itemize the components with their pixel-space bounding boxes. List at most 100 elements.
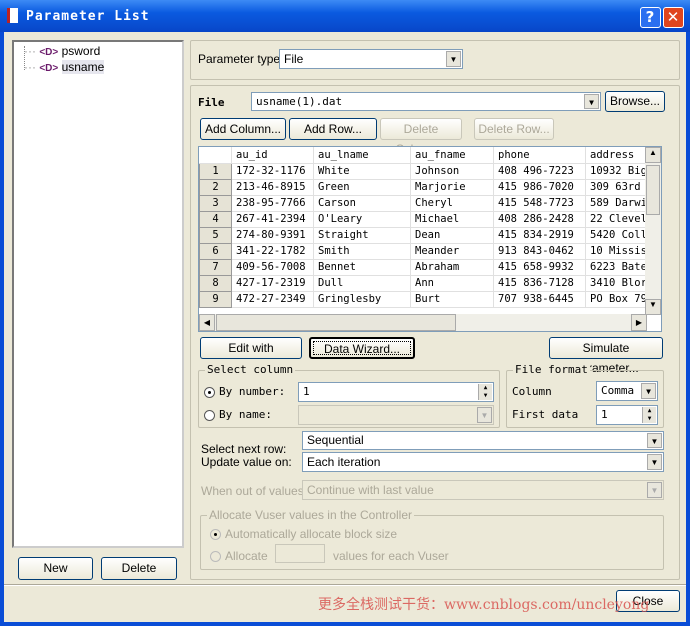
column-header[interactable]: address	[585, 147, 646, 164]
spinner-icon[interactable]: ▲ ▼	[642, 407, 656, 423]
update-value-select[interactable]: Each iteration ▼	[302, 452, 664, 472]
table-row[interactable]: 8 427-17-2319 Dull Ann 415 836-7128 3410 Blor	[199, 274, 646, 292]
chevron-down-icon[interactable]: ▼	[446, 51, 461, 67]
table-cell[interactable]: 309 63rd	[585, 179, 646, 196]
tree-item-usname[interactable]: ··· <D> usname	[24, 60, 105, 74]
row-number[interactable]: 6	[199, 242, 232, 260]
new-button[interactable]: New	[18, 557, 93, 580]
help-button[interactable]: ?	[640, 7, 661, 28]
table-cell[interactable]: 267-41-2394	[231, 211, 314, 228]
simulate-parameter-button[interactable]: Simulate Parameter...	[549, 337, 663, 375]
table-cell[interactable]: 6223 Bate	[585, 259, 646, 276]
table-cell[interactable]: 589 Darwi	[585, 195, 646, 212]
chevron-down-icon[interactable]: ▼	[647, 454, 662, 470]
table-cell[interactable]: 10932 Big	[585, 163, 646, 180]
table-cell[interactable]: Dean	[410, 227, 494, 244]
table-cell[interactable]: Abraham	[410, 259, 494, 276]
column-delimiter-select[interactable]: Comma ▼	[596, 381, 658, 401]
delete-column-button[interactable]: Delete Column...	[380, 118, 462, 156]
close-window-button[interactable]: ✕	[663, 7, 684, 28]
table-row[interactable]: 3 238-95-7766 Carson Cheryl 415 548-7723 589 …	[199, 194, 646, 212]
row-number[interactable]: 1	[199, 162, 232, 180]
column-header[interactable]: phone	[493, 147, 586, 164]
table-cell[interactable]: 10 Missis	[585, 243, 646, 260]
parameter-type-select[interactable]: File ▼	[279, 49, 463, 69]
table-cell[interactable]: Dull	[313, 275, 411, 292]
table-cell[interactable]: 408 496-7223	[493, 163, 586, 180]
table-cell[interactable]: Michael	[410, 211, 494, 228]
table-cell[interactable]: 22 Clevel	[585, 211, 646, 228]
table-cell[interactable]: Burt	[410, 291, 494, 308]
table-cell[interactable]: O'Leary	[313, 211, 411, 228]
table-cell[interactable]: 427-17-2319	[231, 275, 314, 292]
table-row[interactable]: 7 409-56-7008 Bennet Abraham 415 658-9932 622…	[199, 258, 646, 276]
table-cell[interactable]: 472-27-2349	[231, 291, 314, 308]
scroll-up-icon[interactable]: ▲	[645, 147, 661, 163]
table-row[interactable]: 9 472-27-2349 Gringlesby Burt 707 938-6445 PO…	[199, 290, 646, 308]
row-number[interactable]: 4	[199, 210, 232, 228]
table-cell[interactable]: 415 548-7723	[493, 195, 586, 212]
edit-with-notepad-button[interactable]: Edit with Notepad...	[200, 337, 302, 375]
row-number[interactable]: 8	[199, 274, 232, 292]
table-cell[interactable]: Bennet	[313, 259, 411, 276]
table-cell[interactable]: Meander	[410, 243, 494, 260]
chevron-down-icon[interactable]: ▼	[584, 94, 599, 109]
column-number-input[interactable]: 1 ▲ ▼	[298, 382, 494, 402]
add-column-button[interactable]: Add Column...	[200, 118, 286, 140]
data-table[interactable]: au_id au_lname au_fname phone address 11…	[198, 146, 662, 332]
chevron-down-icon[interactable]: ▼	[641, 383, 656, 399]
table-cell[interactable]: Green	[313, 179, 411, 196]
table-cell[interactable]: Ann	[410, 275, 494, 292]
table-cell[interactable]: Cheryl	[410, 195, 494, 212]
row-number[interactable]: 3	[199, 194, 232, 212]
radio-icon[interactable]	[204, 409, 215, 421]
manual-allocate-radio[interactable]: Allocate	[210, 549, 268, 563]
auto-allocate-radio[interactable]: Automatically allocate block size	[210, 527, 397, 541]
tree-item-psword[interactable]: ··· <D> psword	[24, 44, 100, 58]
table-cell[interactable]: Gringlesby	[313, 291, 411, 308]
table-cell[interactable]: Marjorie	[410, 179, 494, 196]
scroll-left-icon[interactable]: ◀	[199, 314, 215, 331]
table-cell[interactable]: 172-32-1176	[231, 163, 314, 180]
scroll-down-icon[interactable]: ▼	[645, 299, 661, 315]
browse-button[interactable]: Browse...	[605, 91, 665, 112]
table-cell[interactable]: 409-56-7008	[231, 259, 314, 276]
row-number[interactable]: 5	[199, 226, 232, 244]
table-row[interactable]: 2 213-46-8915 Green Marjorie 415 986-7020 309…	[199, 178, 646, 196]
table-row[interactable]: 4 267-41-2394 O'Leary Michael 408 286-2428 22…	[199, 210, 646, 228]
row-number[interactable]: 7	[199, 258, 232, 276]
scroll-right-icon[interactable]: ▶	[631, 314, 647, 331]
table-row[interactable]: 1 172-32-1176 White Johnson 408 496-7223 1093…	[199, 162, 646, 180]
horizontal-scrollbar[interactable]: ◀ ▶	[199, 314, 647, 331]
first-data-input[interactable]: 1 ▲ ▼	[596, 405, 658, 425]
chevron-down-icon[interactable]: ▼	[647, 433, 662, 448]
column-header[interactable]: au_fname	[410, 147, 494, 164]
column-header[interactable]: au_lname	[313, 147, 411, 164]
table-cell[interactable]: 707 938-6445	[493, 291, 586, 308]
table-cell[interactable]: 913 843-0462	[493, 243, 586, 260]
table-cell[interactable]: White	[313, 163, 411, 180]
table-cell[interactable]: 3410 Blor	[585, 275, 646, 292]
allocate-count-input[interactable]	[275, 544, 325, 563]
table-cell[interactable]: Straight	[313, 227, 411, 244]
by-number-radio[interactable]: By number:	[204, 385, 285, 398]
table-cell[interactable]: 341-22-1782	[231, 243, 314, 260]
table-cell[interactable]: 415 836-7128	[493, 275, 586, 292]
table-cell[interactable]: 408 286-2428	[493, 211, 586, 228]
data-wizard-button[interactable]: Data Wizard...	[309, 337, 415, 359]
column-header[interactable]: au_id	[231, 147, 314, 164]
scroll-thumb[interactable]	[216, 314, 456, 331]
vertical-scrollbar[interactable]: ▲ ▼	[645, 147, 661, 315]
row-number[interactable]: 2	[199, 178, 232, 196]
table-cell[interactable]: 415 986-7020	[493, 179, 586, 196]
table-cell[interactable]: Carson	[313, 195, 411, 212]
table-cell[interactable]: Smith	[313, 243, 411, 260]
spinner-icon[interactable]: ▲ ▼	[478, 384, 492, 400]
table-cell[interactable]: 415 658-9932	[493, 259, 586, 276]
table-cell[interactable]: PO Box 79	[585, 291, 646, 308]
table-row[interactable]: 5 274-80-9391 Straight Dean 415 834-2919 5420…	[199, 226, 646, 244]
table-cell[interactable]: 213-46-8915	[231, 179, 314, 196]
add-row-button[interactable]: Add Row...	[289, 118, 377, 140]
delete-button[interactable]: Delete	[101, 557, 177, 580]
select-next-row-select[interactable]: Sequential ▼	[302, 431, 664, 450]
